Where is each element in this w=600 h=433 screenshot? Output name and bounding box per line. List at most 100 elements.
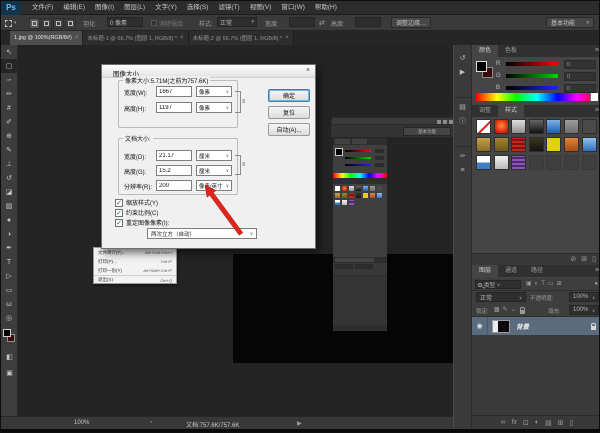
eyedropper-tool[interactable]: ✐ xyxy=(1,115,17,129)
gradient-tool[interactable]: ▨ xyxy=(1,199,17,213)
panel-menu-icon[interactable]: ≡ xyxy=(595,45,599,57)
channel-slider[interactable] xyxy=(506,86,558,90)
brush-tool[interactable]: ✎ xyxy=(1,143,17,157)
selection-new-button[interactable] xyxy=(29,18,40,29)
style-swatch-4[interactable] xyxy=(529,119,544,134)
menu-select[interactable]: 选择(S) xyxy=(182,1,214,15)
refine-edge-button[interactable]: 调整边缘… xyxy=(391,17,431,28)
style-swatch-9[interactable] xyxy=(494,137,509,152)
screen-mode-button[interactable]: ▣ xyxy=(1,369,18,377)
adjustment-layer-icon[interactable]: ◐ xyxy=(535,419,539,426)
opacity-select[interactable]: 100%∨ xyxy=(569,292,599,302)
doc-tab-2[interactable]: 未标题-1 @ 66.7% (图层 1, RGB/8) *× xyxy=(83,31,188,45)
menu-image[interactable]: 图像(I) xyxy=(90,1,119,15)
doc-height-unit-select[interactable]: 厘米∨ xyxy=(196,165,232,176)
pen-tool[interactable]: ✒ xyxy=(1,241,17,255)
tab-close-icon[interactable]: × xyxy=(180,35,184,41)
file-menu-item-3[interactable]: 打印一份(Y)Alt+Shift+Ctrl+P xyxy=(94,266,176,275)
channel-value[interactable]: 0 xyxy=(564,72,596,81)
channel-value[interactable]: 0 xyxy=(564,60,596,69)
pixel-height-input[interactable] xyxy=(156,102,192,113)
resample-image-checkbox[interactable]: ✓重定图像像素(I): xyxy=(115,218,169,227)
info-panel-icon[interactable]: ⓘ xyxy=(454,115,472,129)
doc-width-unit-select[interactable]: 厘米∨ xyxy=(196,150,232,161)
clone-stamp-tool[interactable]: ⊥ xyxy=(1,157,17,171)
path-selection-tool[interactable]: ▷ xyxy=(1,269,17,283)
layer-filter-select[interactable]: 类型∨ xyxy=(475,280,521,289)
constrain-proportions-checkbox[interactable]: ✓约束比例(C) xyxy=(115,208,158,217)
menu-window[interactable]: 窗口(W) xyxy=(276,1,309,15)
style-swatch-14[interactable] xyxy=(582,137,597,152)
tab-adjustments[interactable]: 调整 xyxy=(472,105,498,117)
lock-transparency-icon[interactable]: ▩ xyxy=(494,306,500,315)
delete-style-icon[interactable]: ▯ xyxy=(592,254,596,265)
style-swatch-2[interactable] xyxy=(494,119,509,134)
tab-close-icon[interactable]: × xyxy=(285,35,289,41)
pixel-height-unit-select[interactable]: 像素∨ xyxy=(196,102,232,113)
status-options-arrow-icon[interactable]: ▶ xyxy=(297,420,302,427)
adjustments-panel-icon[interactable]: ≡ xyxy=(454,164,472,178)
reset-button[interactable]: 复位 xyxy=(268,106,310,119)
link-layers-icon[interactable]: ∞ xyxy=(501,419,506,426)
layer-group-icon[interactable]: ▤ xyxy=(545,419,552,427)
spot-healing-brush-tool[interactable]: ⊕ xyxy=(1,129,17,143)
doc-tab-1[interactable]: 1.jpg @ 100%(RGB/8#)× xyxy=(10,31,83,45)
menu-edit[interactable]: 编辑(E) xyxy=(58,1,90,15)
pixel-width-unit-select[interactable]: 像素∨ xyxy=(196,86,232,97)
delete-layer-icon[interactable]: ▯ xyxy=(570,419,574,427)
actions-panel-icon[interactable]: ▶ xyxy=(454,66,472,80)
swap-dimensions-icon[interactable]: ⇄ xyxy=(319,17,325,29)
quick-selection-tool[interactable]: ✏ xyxy=(1,87,17,101)
foreground-color-swatch[interactable] xyxy=(3,329,11,337)
panel-menu-icon[interactable]: ≡ xyxy=(595,105,599,117)
selection-intersect-button[interactable] xyxy=(65,18,76,29)
rectangle-tool[interactable]: ▭ xyxy=(1,283,17,297)
filter-type-icon[interactable]: T xyxy=(541,280,545,289)
ok-button[interactable]: 确定 xyxy=(268,89,310,102)
tool-presets-panel-icon[interactable]: ✑ xyxy=(454,146,472,164)
tab-swatches[interactable]: 色板 xyxy=(498,45,524,57)
resolution-input[interactable] xyxy=(156,180,192,191)
file-menu-item-4[interactable]: 退出(X)Ctrl+Q xyxy=(94,275,176,284)
foreground-color-swatch[interactable] xyxy=(476,61,487,72)
layer-row-background[interactable]: ◉ 背景 xyxy=(472,317,600,335)
rectangular-marquee-tool[interactable]: ▢ xyxy=(1,59,17,73)
antialias-checkbox[interactable]: 消除锯齿 xyxy=(151,17,183,29)
height-input[interactable] xyxy=(355,17,381,27)
layer-thumbnail[interactable] xyxy=(492,320,510,333)
move-tool[interactable]: ↖ xyxy=(1,45,17,59)
lasso-tool[interactable]: ∽ xyxy=(1,73,17,87)
style-swatch-6[interactable] xyxy=(564,119,579,134)
menu-help[interactable]: 帮助(H) xyxy=(310,1,342,15)
menu-view[interactable]: 视图(V) xyxy=(245,1,277,15)
style-swatch-1[interactable] xyxy=(476,119,491,134)
pixel-width-input[interactable] xyxy=(156,86,192,97)
file-menu-item-2[interactable]: 打印(P)...Ctrl+P xyxy=(94,257,176,266)
style-select[interactable]: 正常▾ xyxy=(217,17,257,27)
resample-method-select[interactable]: 两次立方（自动）∨ xyxy=(147,228,257,239)
panel-menu-icon[interactable]: ≡ xyxy=(595,265,599,277)
color-ramp[interactable] xyxy=(476,93,598,101)
auto-button[interactable]: 自动(A)... xyxy=(268,123,310,136)
filter-adjustment-icon[interactable]: ◐ xyxy=(535,280,539,289)
lock-position-icon[interactable]: ↔ xyxy=(511,306,517,315)
scale-styles-checkbox[interactable]: ✓缩放样式(Y) xyxy=(115,198,158,207)
doc-tab-3[interactable]: 未标题-2 @ 66.7% (图层 1, RGB/8) *× xyxy=(189,31,294,45)
quick-mask-button[interactable]: ◧ xyxy=(1,353,18,361)
color-swatches[interactable] xyxy=(3,329,16,344)
workspace-switcher[interactable]: 基本功能▾ xyxy=(546,17,594,28)
blur-tool[interactable]: ● xyxy=(1,213,17,227)
properties-panel-icon[interactable]: ▤ xyxy=(454,97,472,115)
style-swatch-3[interactable] xyxy=(511,119,526,134)
tab-layers[interactable]: 图层 xyxy=(472,265,498,277)
tab-styles[interactable]: 样式 xyxy=(498,105,524,117)
selection-subtract-button[interactable] xyxy=(53,18,64,29)
doc-height-input[interactable] xyxy=(156,165,192,176)
style-swatch-16[interactable] xyxy=(494,155,509,170)
channel-slider[interactable] xyxy=(506,74,558,78)
filter-pixel-icon[interactable]: ▣ xyxy=(526,280,532,289)
layer-mask-icon[interactable]: ⊡ xyxy=(523,419,529,427)
style-swatch-10[interactable] xyxy=(511,137,526,152)
feather-input[interactable]: 0 像素 xyxy=(107,17,143,27)
tab-paths[interactable]: 路径 xyxy=(524,265,550,277)
